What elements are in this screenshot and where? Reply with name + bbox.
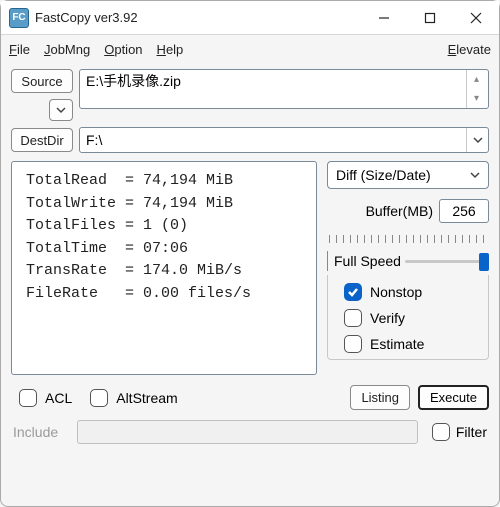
- minimize-button[interactable]: [361, 1, 407, 35]
- mode-combo[interactable]: Diff (Size/Date): [327, 161, 489, 189]
- window-title: FastCopy ver3.92: [35, 10, 138, 25]
- source-path-input[interactable]: [80, 70, 466, 92]
- close-button[interactable]: [453, 1, 499, 35]
- options-group: Nonstop Verify Estimate: [327, 275, 489, 360]
- estimate-label: Estimate: [370, 336, 424, 352]
- maximize-button[interactable]: [407, 1, 453, 35]
- source-button[interactable]: Source: [11, 69, 73, 93]
- buffer-label: Buffer(MB): [366, 203, 433, 219]
- speed-slider[interactable]: [405, 251, 489, 271]
- altstream-checkbox[interactable]: AltStream: [90, 389, 177, 407]
- slider-ticks: [329, 235, 487, 243]
- checkbox-icon: [344, 309, 362, 327]
- destdir-combo[interactable]: [79, 127, 489, 153]
- listing-button[interactable]: Listing: [350, 385, 410, 410]
- execute-button[interactable]: Execute: [418, 385, 489, 410]
- slider-thumb[interactable]: [479, 253, 489, 271]
- chevron-down-icon: [466, 169, 484, 181]
- source-path-field[interactable]: ▴ ▾: [79, 69, 489, 109]
- scroll-down-icon[interactable]: ▾: [467, 89, 486, 108]
- checkbox-checked-icon: [344, 283, 362, 301]
- titlebar: FC FastCopy ver3.92: [1, 1, 499, 35]
- speed-label: Full Speed: [334, 253, 401, 269]
- destdir-input[interactable]: [80, 130, 466, 150]
- estimate-checkbox[interactable]: Estimate: [344, 335, 482, 353]
- checkbox-icon: [432, 423, 450, 441]
- menu-file[interactable]: File: [9, 42, 30, 57]
- altstream-label: AltStream: [116, 390, 177, 406]
- filter-label: Filter: [456, 424, 487, 440]
- nonstop-checkbox[interactable]: Nonstop: [344, 283, 482, 301]
- checkbox-icon: [19, 389, 37, 407]
- acl-checkbox[interactable]: ACL: [19, 389, 72, 407]
- source-scrollbar[interactable]: ▴ ▾: [466, 70, 486, 108]
- menu-option[interactable]: Option: [104, 42, 142, 57]
- app-icon: FC: [9, 8, 29, 28]
- menu-elevate[interactable]: Elevate: [448, 42, 491, 57]
- scroll-up-icon[interactable]: ▴: [467, 70, 486, 89]
- destdir-button[interactable]: DestDir: [11, 128, 73, 152]
- include-field: [77, 420, 418, 444]
- verify-checkbox[interactable]: Verify: [344, 309, 482, 327]
- destdir-dropdown-icon[interactable]: [466, 128, 488, 152]
- filter-checkbox[interactable]: Filter: [432, 423, 487, 441]
- mode-selected: Diff (Size/Date): [336, 167, 466, 183]
- nonstop-label: Nonstop: [370, 284, 422, 300]
- buffer-input[interactable]: [439, 199, 489, 223]
- verify-label: Verify: [370, 310, 405, 326]
- menu-jobmng[interactable]: JobMng: [44, 42, 90, 57]
- checkbox-icon: [90, 389, 108, 407]
- menu-help[interactable]: Help: [157, 42, 184, 57]
- acl-label: ACL: [45, 390, 72, 406]
- source-history-dropdown[interactable]: [49, 99, 73, 121]
- stats-panel: TotalRead = 74,194 MiB TotalWrite = 74,1…: [11, 161, 317, 375]
- checkbox-icon: [344, 335, 362, 353]
- include-label: Include: [13, 424, 69, 440]
- menubar: File JobMng Option Help Elevate: [1, 35, 499, 63]
